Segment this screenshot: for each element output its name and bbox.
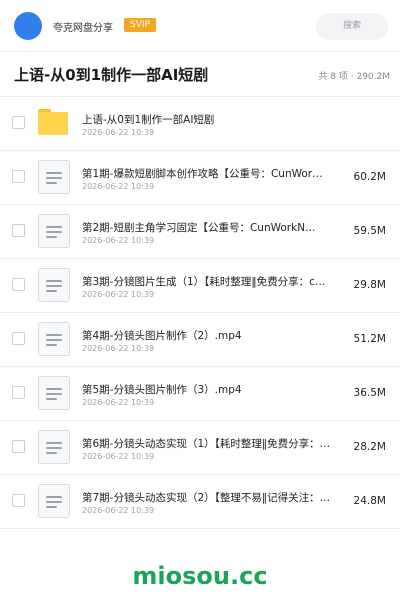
file-size: 59.5M xyxy=(353,225,386,237)
folder-icon xyxy=(38,106,70,140)
list-item[interactable]: 第2期-短剧主角学习固定【公重号：CunWorkN… 2026-06-22 10:… xyxy=(0,205,400,259)
file-size: 36.5M xyxy=(353,387,386,399)
file-name[interactable]: 第3期-分镜图片生成（1）【耗时整理‖免费分享：c… xyxy=(82,274,350,289)
brand-name: 夸克网盘分享 xyxy=(53,23,113,34)
page-title: 上语-从0到1制作一部AI短剧 xyxy=(14,66,209,84)
list-item[interactable]: 第5期-分镜头图片制作（3）.mp4 2026-06-22 10:39 36.5M xyxy=(0,367,400,421)
select-checkbox[interactable] xyxy=(12,494,25,507)
select-checkbox[interactable] xyxy=(12,386,25,399)
file-date: 2026-06-22 10:39 xyxy=(82,128,155,137)
file-list: 上语-从0到1制作一部AI短剧 2026-06-22 10:39 第1期-爆款短剧脚… xyxy=(0,97,400,529)
select-checkbox[interactable] xyxy=(12,116,25,129)
select-checkbox[interactable] xyxy=(12,440,25,453)
top-bar: 夸克网盘分享 SVIP 搜索 xyxy=(0,0,400,52)
document-icon xyxy=(38,160,70,194)
file-date: 2026-06-22 10:39 xyxy=(82,182,155,191)
list-item[interactable]: 第1期-爆款短剧脚本创作攻略【公重号：CunWor… 2026-06-22 10:… xyxy=(0,151,400,205)
file-date: 2026-06-22 10:39 xyxy=(82,398,155,407)
select-checkbox[interactable] xyxy=(12,332,25,345)
select-checkbox[interactable] xyxy=(12,224,25,237)
file-date: 2026-06-22 10:39 xyxy=(82,506,155,515)
file-name[interactable]: 第1期-爆款短剧脚本创作攻略【公重号：CunWor… xyxy=(82,166,350,181)
file-name[interactable]: 第5期-分镜头图片制作（3）.mp4 xyxy=(82,382,350,397)
file-name[interactable]: 第7期-分镜头动态实现（2）【整理不易‖记得关注：… xyxy=(82,490,350,505)
file-size: 24.8M xyxy=(353,495,386,507)
file-name[interactable]: 第4期-分镜头图片制作（2）.mp4 xyxy=(82,328,350,343)
search-input[interactable]: 搜索 xyxy=(316,13,388,40)
file-date: 2026-06-22 10:39 xyxy=(82,344,155,353)
file-name[interactable]: 上语-从0到1制作一部AI短剧 xyxy=(82,112,350,127)
watermark: miosou.cc xyxy=(132,562,268,590)
file-size: 51.2M xyxy=(353,333,386,345)
document-icon xyxy=(38,268,70,302)
file-name[interactable]: 第2期-短剧主角学习固定【公重号：CunWorkN… xyxy=(82,220,350,235)
document-icon xyxy=(38,214,70,248)
svip-badge[interactable]: SVIP xyxy=(124,18,156,32)
select-checkbox[interactable] xyxy=(12,278,25,291)
file-size: 29.8M xyxy=(353,279,386,291)
avatar[interactable] xyxy=(14,12,42,40)
document-icon xyxy=(38,430,70,464)
list-item[interactable]: 第7期-分镜头动态实现（2）【整理不易‖记得关注：… 2026-06-22 10:… xyxy=(0,475,400,529)
list-item[interactable]: 上语-从0到1制作一部AI短剧 2026-06-22 10:39 xyxy=(0,97,400,151)
folder-meta: 共 8 项 · 290.2M xyxy=(318,72,390,82)
list-item[interactable]: 第3期-分镜图片生成（1）【耗时整理‖免费分享：c… 2026-06-22 10:… xyxy=(0,259,400,313)
file-size: 60.2M xyxy=(353,171,386,183)
list-item[interactable]: 第4期-分镜头图片制作（2）.mp4 2026-06-22 10:39 51.2M xyxy=(0,313,400,367)
file-date: 2026-06-22 10:39 xyxy=(82,452,155,461)
list-item[interactable]: 第6期-分镜头动态实现（1）【耗时整理‖免费分享：… 2026-06-22 10:… xyxy=(0,421,400,475)
file-name[interactable]: 第6期-分镜头动态实现（1）【耗时整理‖免费分享：… xyxy=(82,436,350,451)
document-icon xyxy=(38,376,70,410)
file-date: 2026-06-22 10:39 xyxy=(82,290,155,299)
file-size: 28.2M xyxy=(353,441,386,453)
select-checkbox[interactable] xyxy=(12,170,25,183)
file-date: 2026-06-22 10:39 xyxy=(82,236,155,245)
document-icon xyxy=(38,322,70,356)
document-icon xyxy=(38,484,70,518)
